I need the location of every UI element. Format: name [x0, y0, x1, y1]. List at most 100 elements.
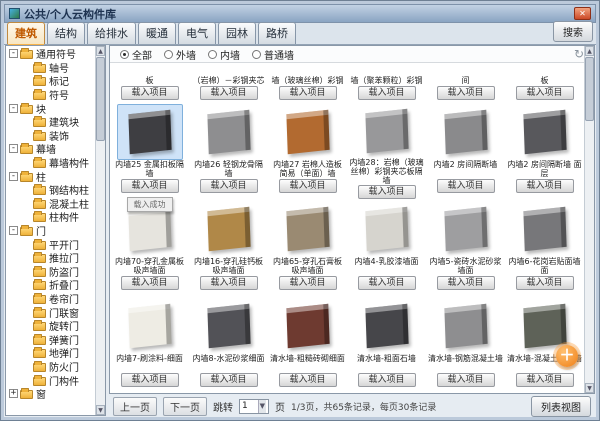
page-number-select[interactable]: 1 ▼: [239, 399, 269, 414]
load-project-button[interactable]: 载入项目: [358, 373, 416, 387]
load-project-button[interactable]: 载入项目: [121, 373, 179, 387]
load-project-button[interactable]: 载入项目: [279, 276, 337, 290]
tree-item[interactable]: 柱构件: [7, 210, 94, 224]
radio-icon[interactable]: [208, 50, 217, 59]
tree-item[interactable]: -块: [7, 101, 94, 115]
scroll-down-icon[interactable]: ▼: [585, 383, 594, 393]
tree-item[interactable]: -门: [7, 224, 94, 238]
add-button[interactable]: ＋: [556, 345, 578, 367]
load-project-button[interactable]: 载入项目: [437, 276, 495, 290]
material-tile-partial[interactable]: （岩棉）－彩钢夹芯板载入项目: [189, 63, 268, 102]
tab-item-2[interactable]: 结构: [47, 22, 85, 44]
tree-item[interactable]: 旋转门: [7, 319, 94, 333]
tree-item[interactable]: 平开门: [7, 237, 94, 251]
tree-item[interactable]: 建筑块: [7, 115, 94, 129]
load-project-button[interactable]: 载入项目: [516, 179, 574, 193]
load-project-button[interactable]: 载入项目: [279, 86, 337, 100]
material-tile[interactable]: 内墙5-瓷砖水泥砂浆墙面载入项目: [426, 199, 505, 296]
tree-expander-icon[interactable]: -: [9, 104, 18, 113]
material-tile[interactable]: 内墙65-穿孔石膏板吸声墙面载入项目: [268, 199, 347, 296]
material-tile-partial[interactable]: 板载入项目: [110, 63, 189, 102]
list-view-button[interactable]: 列表视图: [531, 396, 591, 417]
load-project-button[interactable]: 载入项目: [358, 276, 416, 290]
material-tile[interactable]: 内墙8-水泥砂浆细面载入项目: [189, 296, 268, 393]
tree-item[interactable]: 弹簧门: [7, 332, 94, 346]
material-tile[interactable]: 清水墙-粗糙砖砌细面载入项目: [268, 296, 347, 393]
material-tile[interactable]: 内墙6-花岗岩贴面墙面载入项目: [505, 199, 584, 296]
scroll-up-icon[interactable]: ▲: [585, 46, 594, 56]
tree-item[interactable]: 钢结构柱: [7, 183, 94, 197]
tree-item[interactable]: 轴号: [7, 61, 94, 75]
material-tile[interactable]: 内墙70-穿孔金属板吸声墙面载入项目: [110, 199, 189, 296]
load-project-button[interactable]: 载入项目: [437, 179, 495, 193]
tree-scrollbar-thumb[interactable]: [96, 57, 105, 141]
tree-item[interactable]: 门构件: [7, 373, 94, 387]
material-tile-partial[interactable]: 板载入项目: [505, 63, 584, 102]
load-project-button[interactable]: 载入项目: [516, 276, 574, 290]
wall-filter-option-3[interactable]: 内墙: [208, 47, 240, 62]
tab-item-5[interactable]: 电气: [178, 22, 216, 44]
tree-expander-icon[interactable]: -: [9, 226, 18, 235]
tab-item-4[interactable]: 暖通: [138, 22, 176, 44]
material-tile[interactable]: 清水墙-混凝土砌块墙载入项目: [505, 296, 584, 393]
tree-expander-icon[interactable]: -: [9, 172, 18, 181]
tree-item[interactable]: 卷帘门: [7, 292, 94, 306]
material-tile[interactable]: 清水墙-粗面石墙载入项目: [347, 296, 426, 393]
material-tile[interactable]: 内墙2 房间隔断墙载入项目: [426, 102, 505, 199]
load-project-button[interactable]: 载入项目: [200, 86, 258, 100]
load-project-button[interactable]: 载入项目: [200, 276, 258, 290]
load-project-button[interactable]: 载入项目: [516, 373, 574, 387]
grid-scrollbar-thumb[interactable]: [585, 57, 594, 121]
material-tile[interactable]: 清水墙-钢筋混凝土墙载入项目: [426, 296, 505, 393]
tree-item[interactable]: -柱: [7, 169, 94, 183]
scroll-up-icon[interactable]: ▲: [96, 46, 105, 56]
material-tile[interactable]: 内墙26 轻钢龙骨隔墙载入项目: [189, 102, 268, 199]
tab-item-3[interactable]: 给排水: [87, 22, 136, 44]
load-project-button[interactable]: 载入项目: [279, 179, 337, 193]
load-project-button[interactable]: 载入项目: [121, 179, 179, 193]
tree-item[interactable]: 推拉门: [7, 251, 94, 265]
wall-filter-option-1[interactable]: 全部: [120, 47, 152, 62]
tree-item[interactable]: -幕墙: [7, 142, 94, 156]
material-tile[interactable]: 内墙2 房间隔断墙 面层载入项目: [505, 102, 584, 199]
material-tile[interactable]: 内墙4-乳胶漆墙面载入项目: [347, 199, 426, 296]
load-project-button[interactable]: 载入项目: [121, 276, 179, 290]
tree-item[interactable]: 折叠门: [7, 278, 94, 292]
tree-item[interactable]: 幕墙构件: [7, 156, 94, 170]
material-tile-partial[interactable]: 墙（玻璃丝棉）彩钢载入项目: [268, 63, 347, 102]
wall-filter-option-2[interactable]: 外墙: [164, 47, 196, 62]
load-project-button[interactable]: 载入项目: [437, 86, 495, 100]
tab-item-6[interactable]: 园林: [218, 22, 256, 44]
radio-icon[interactable]: [252, 50, 261, 59]
refresh-icon[interactable]: ↻: [574, 48, 584, 60]
material-tile[interactable]: 内墙28：岩棉（玻璃丝棉）彩钢夹芯板隔墙载入项目: [347, 102, 426, 199]
tree-item[interactable]: 地弹门: [7, 346, 94, 360]
tree-expander-icon[interactable]: -: [9, 144, 18, 153]
tree-item[interactable]: 防盗门: [7, 265, 94, 279]
tab-item-1[interactable]: 建筑: [7, 22, 45, 44]
load-project-button[interactable]: 载入项目: [200, 179, 258, 193]
radio-icon[interactable]: [164, 50, 173, 59]
material-tile[interactable]: 内墙16-穿孔硅钙板吸声墙面载入项目: [189, 199, 268, 296]
load-project-button[interactable]: 载入项目: [437, 373, 495, 387]
material-tile[interactable]: 内墙25 金属扣板隔墙载入项目载入成功: [110, 102, 189, 199]
tab-item-7[interactable]: 路桥: [258, 22, 296, 44]
load-project-button[interactable]: 载入项目: [358, 185, 416, 199]
load-project-button[interactable]: 载入项目: [200, 373, 258, 387]
prev-page-button[interactable]: 上一页: [113, 397, 157, 416]
load-project-button[interactable]: 载入项目: [279, 373, 337, 387]
tree-item[interactable]: 符号: [7, 88, 94, 102]
next-page-button[interactable]: 下一页: [163, 397, 207, 416]
load-project-button[interactable]: 载入项目: [358, 86, 416, 100]
grid-scrollbar[interactable]: ▲ ▼: [584, 46, 594, 393]
radio-icon[interactable]: [120, 50, 129, 59]
search-button[interactable]: 搜索: [553, 21, 593, 42]
wall-filter-option-4[interactable]: 普通墙: [252, 47, 294, 62]
close-button[interactable]: ✕: [574, 7, 591, 20]
tree-expander-icon[interactable]: +: [9, 389, 18, 398]
material-tile-partial[interactable]: 墙（聚苯颗粒）彩钢板载入项目: [347, 63, 426, 102]
tree-scrollbar[interactable]: ▲ ▼: [95, 46, 105, 415]
scroll-down-icon[interactable]: ▼: [96, 405, 105, 415]
material-tile[interactable]: 内墙27 岩棉人造板 简易（单面）墙载入项目: [268, 102, 347, 199]
tree-item[interactable]: 混凝土柱: [7, 197, 94, 211]
